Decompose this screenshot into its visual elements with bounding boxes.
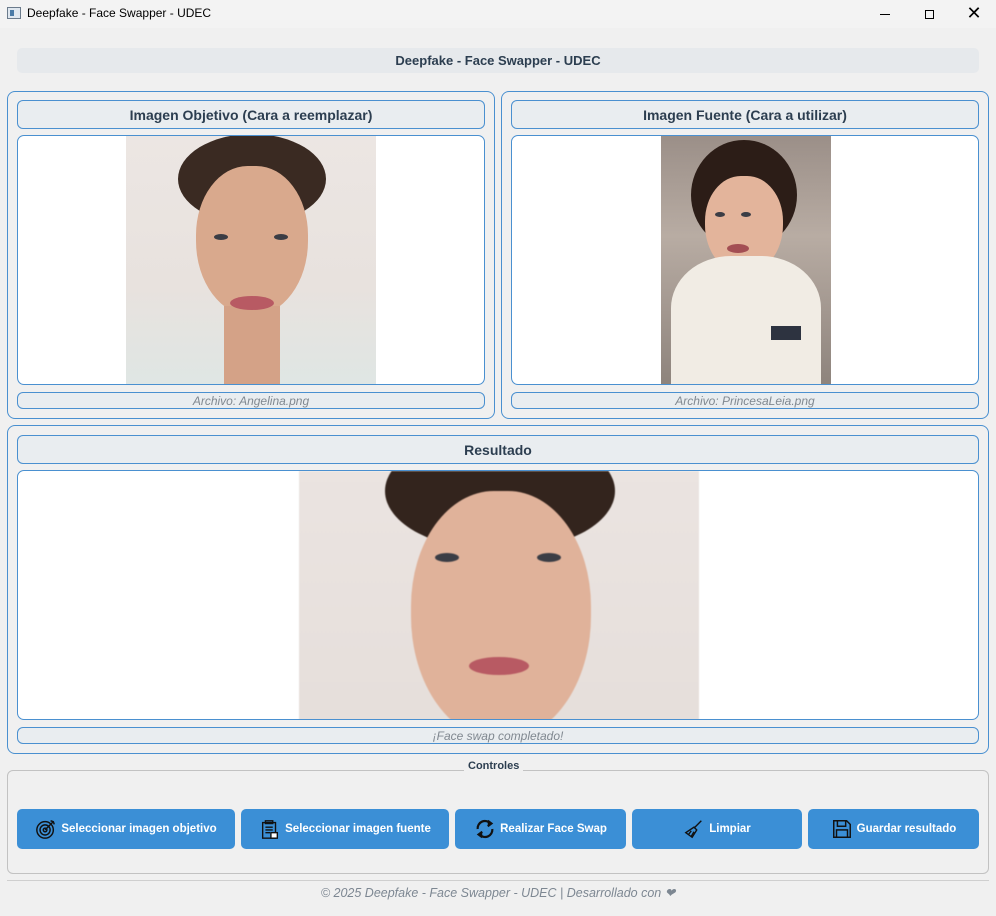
face-swap-label: Realizar Face Swap bbox=[500, 823, 607, 835]
minimize-icon bbox=[880, 13, 890, 15]
clear-label: Limpiar bbox=[709, 823, 751, 835]
result-panel-title: Resultado bbox=[17, 435, 979, 464]
close-icon: ✕ bbox=[966, 3, 982, 24]
face-swap-button[interactable]: Realizar Face Swap bbox=[455, 809, 626, 849]
target-neck bbox=[224, 306, 280, 384]
footer-divider bbox=[7, 880, 989, 881]
clear-button[interactable]: Limpiar bbox=[632, 809, 802, 849]
result-image bbox=[299, 471, 699, 719]
source-right-eye bbox=[741, 212, 751, 217]
window-titlebar: Deepfake - Face Swapper - UDEC ✕ bbox=[0, 0, 996, 28]
result-left-eye bbox=[435, 553, 459, 562]
close-button[interactable]: ✕ bbox=[951, 0, 996, 28]
target-panel-title: Imagen Objetivo (Cara a reemplazar) bbox=[17, 100, 485, 129]
window-title: Deepfake - Face Swapper - UDEC bbox=[27, 6, 212, 20]
footer-text: © 2025 Deepfake - Face Swapper - UDEC | … bbox=[320, 886, 676, 900]
target-right-eye bbox=[274, 234, 288, 240]
select-target-label: Seleccionar imagen objetivo bbox=[61, 823, 217, 835]
save-result-label: Guardar resultado bbox=[856, 823, 957, 835]
maximize-icon bbox=[924, 9, 934, 19]
result-image-box bbox=[17, 470, 979, 720]
result-face bbox=[411, 491, 591, 719]
target-file-label: Archivo: Angelina.png bbox=[17, 392, 485, 409]
source-badge bbox=[771, 326, 801, 340]
save-icon bbox=[831, 818, 853, 840]
select-source-button[interactable]: Seleccionar imagen fuente bbox=[241, 809, 449, 849]
document-icon bbox=[259, 818, 281, 840]
target-image-box[interactable] bbox=[17, 135, 485, 385]
controls-legend: Controles bbox=[464, 760, 524, 772]
source-lips bbox=[727, 244, 749, 253]
target-lips bbox=[230, 296, 274, 310]
source-panel-title: Imagen Fuente (Cara a utilizar) bbox=[511, 100, 979, 129]
result-lips bbox=[469, 657, 529, 675]
result-right-eye bbox=[537, 553, 561, 562]
save-result-button[interactable]: Guardar resultado bbox=[808, 809, 979, 849]
target-image bbox=[126, 136, 376, 384]
source-file-label: Archivo: PrincesaLeia.png bbox=[511, 392, 979, 409]
target-face bbox=[196, 166, 308, 316]
minimize-button[interactable] bbox=[862, 0, 908, 28]
select-target-button[interactable]: Seleccionar imagen objetivo bbox=[17, 809, 235, 849]
app-icon bbox=[7, 7, 21, 19]
target-left-eye bbox=[214, 234, 228, 240]
source-image-box[interactable] bbox=[511, 135, 979, 385]
result-status-label: ¡Face swap completado! bbox=[17, 727, 979, 744]
source-image bbox=[661, 136, 831, 384]
refresh-icon bbox=[474, 818, 496, 840]
source-left-eye bbox=[715, 212, 725, 217]
source-vest bbox=[671, 256, 821, 384]
maximize-button[interactable] bbox=[906, 0, 952, 28]
select-source-label: Seleccionar imagen fuente bbox=[285, 823, 431, 835]
app-header: Deepfake - Face Swapper - UDEC bbox=[17, 48, 979, 73]
target-icon bbox=[35, 818, 57, 840]
broom-icon bbox=[683, 818, 705, 840]
